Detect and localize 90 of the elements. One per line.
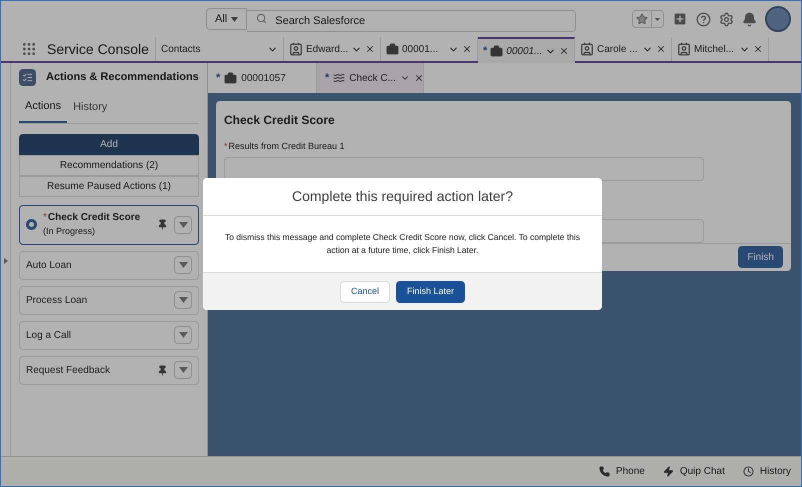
briefcase-icon — [386, 42, 399, 56]
contact-card-icon — [289, 42, 303, 56]
list-icon — [19, 69, 36, 86]
close-icon[interactable] — [656, 44, 666, 54]
action-card[interactable]: Request Feedback — [19, 356, 199, 384]
avatar[interactable] — [765, 6, 791, 32]
card-title: Check Credit Score — [224, 113, 335, 127]
console-tab[interactable]: Contacts — [156, 37, 284, 61]
tab-label: Mitchel... — [694, 42, 734, 56]
close-icon[interactable] — [414, 73, 424, 83]
caret-down-icon — [178, 222, 188, 228]
finish-button[interactable]: Finish — [738, 246, 783, 268]
modal-message: To dismiss this message and complete Check Credit Score now, click Cancel. To complete this action at a future time, click Finish Later. — [224, 231, 582, 257]
unsaved-mark: * — [325, 70, 330, 86]
caret-down-icon — [231, 16, 238, 22]
tab-label: Check C... — [349, 72, 396, 86]
notifications-icon[interactable] — [742, 12, 757, 26]
caret-down-icon — [651, 11, 663, 27]
help-icon[interactable] — [696, 12, 711, 26]
search-field[interactable]: Search Salesforce — [247, 10, 576, 32]
action-card[interactable]: Process Loan — [19, 286, 199, 314]
tab-label: Contacts — [161, 42, 200, 56]
modal-button[interactable]: Finish Later — [396, 280, 466, 302]
lightning-icon — [662, 466, 674, 477]
action-name: Auto Loan — [26, 258, 73, 272]
expand-handle-icon[interactable] — [4, 258, 8, 264]
dropdown-button[interactable] — [174, 291, 192, 309]
action-status: (In Progress) — [43, 225, 96, 238]
modal-button[interactable]: Cancel — [340, 280, 390, 302]
action-name: *Check Credit Score — [43, 211, 142, 226]
phone-icon — [598, 466, 610, 477]
tab-label: 00001... — [506, 44, 542, 58]
console-tab[interactable]: Carole ... — [575, 37, 672, 61]
caret-down-icon — [178, 297, 188, 303]
modal-title: Complete this required action later? — [292, 187, 513, 206]
pin-icon[interactable] — [157, 219, 168, 230]
star-icon — [636, 13, 648, 25]
briefcase-icon — [490, 44, 504, 58]
close-icon[interactable] — [753, 44, 763, 54]
action-card[interactable]: Auto Loan — [19, 250, 199, 280]
action-card[interactable]: Log a Call — [19, 320, 199, 350]
tab-label: Carole ... — [597, 42, 638, 56]
progress-ring-icon — [26, 219, 37, 230]
action-name: Process Loan — [26, 294, 88, 308]
caret-down-icon — [178, 367, 188, 373]
search-scope-dropdown[interactable]: All — [206, 8, 248, 30]
plus-icon[interactable] — [672, 11, 688, 27]
tab-label: 00001057 — [241, 72, 286, 86]
briefcase-icon — [224, 72, 238, 84]
tab-label: 00001... — [402, 42, 438, 56]
action-name: Request Feedback — [26, 364, 111, 378]
console-tab[interactable]: Edward... — [284, 37, 381, 61]
panel-tab[interactable]: History — [67, 98, 114, 122]
search-icon — [256, 13, 268, 24]
dropdown-button[interactable] — [174, 361, 192, 379]
close-icon[interactable] — [365, 44, 376, 54]
action-button[interactable]: Add — [19, 134, 199, 154]
contact-card-icon — [677, 42, 691, 56]
console-tab[interactable]: Mitchel... — [672, 37, 769, 61]
close-icon[interactable] — [559, 46, 570, 56]
caret-down-icon — [178, 332, 188, 338]
subtab[interactable]: * 00001057 — [208, 63, 316, 93]
unsaved-mark: * — [483, 44, 488, 59]
field-label: *Results from Credit Bureau 1 — [223, 140, 346, 153]
caret-down-icon — [178, 262, 188, 268]
subtab[interactable]: * Check C... — [316, 63, 424, 93]
dropdown-button[interactable] — [174, 256, 192, 274]
panel-tab[interactable]: Actions — [19, 98, 68, 122]
action-name: Log a Call — [26, 328, 72, 342]
unsaved-mark: * — [216, 70, 220, 86]
settings-icon[interactable] — [719, 12, 734, 26]
utility-item[interactable]: History — [742, 464, 791, 479]
pin-icon[interactable] — [157, 364, 168, 376]
dropdown-button[interactable] — [174, 326, 192, 344]
app-name: Service Console — [47, 40, 149, 58]
dropdown-button[interactable] — [174, 216, 192, 234]
utility-item[interactable]: Phone — [598, 464, 645, 479]
utility-item[interactable]: Quip Chat — [662, 464, 725, 479]
contact-card-icon — [580, 42, 594, 56]
panel-title: Actions & Recommendations — [46, 70, 199, 86]
action-card[interactable]: *Check Credit Score (In Progress) — [19, 204, 199, 244]
close-icon[interactable] — [462, 44, 472, 54]
favorites-button[interactable] — [632, 10, 664, 28]
action-button[interactable]: Resume Paused Actions (1) — [19, 176, 199, 196]
clock-icon — [742, 466, 754, 477]
action-button[interactable]: Recommendations (2) — [19, 154, 199, 176]
tab-label: Edward... — [306, 42, 348, 56]
flow-icon — [333, 72, 346, 84]
console-tab[interactable]: * 00001... — [478, 37, 575, 63]
app-launcher-icon[interactable] — [21, 41, 37, 57]
